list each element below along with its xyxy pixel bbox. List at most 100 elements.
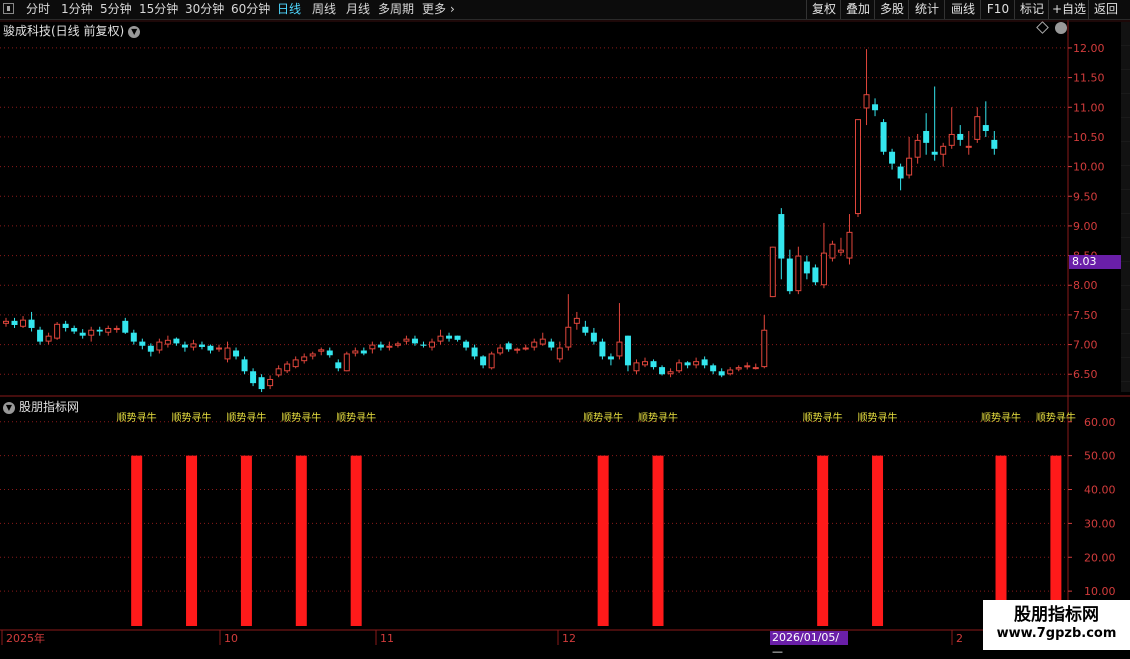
candle [684,361,691,369]
price-axis-label: 7.50 [1073,309,1098,322]
candle-body [216,347,222,350]
signal-label: 顺势寻牛 [172,411,212,424]
side-panel-tab[interactable] [1121,46,1130,70]
candle-body [301,356,308,362]
candle-body [37,329,44,342]
candle-body [190,343,197,348]
candle-body [573,317,580,324]
side-panel-collapsed[interactable] [1121,22,1130,392]
candle-body [590,332,597,342]
candle [130,329,137,345]
date-axis-label: 2 [956,632,963,645]
candle-body [872,104,879,111]
price-axis-label: 8.00 [1073,279,1098,292]
signal-bar [131,455,143,626]
candle-body [207,345,214,351]
candle [650,359,657,370]
candle-body [446,335,453,339]
candle-body [599,341,606,357]
candle [940,142,947,167]
candle-body [79,332,86,336]
candle [446,332,453,342]
candle [122,317,129,334]
side-panel-tab[interactable] [1121,118,1130,142]
candle [991,130,998,155]
side-panel-tab[interactable] [1121,334,1130,358]
candle-body [198,344,205,347]
price-axis-label: 6.50 [1073,368,1098,381]
candle-body [803,261,810,274]
candle-body [531,341,538,348]
candle [181,341,188,352]
watermark-title: 股朋指标网 [1014,605,1099,625]
signal-bar [597,455,609,626]
candle [982,101,989,137]
candle [514,347,521,354]
candle [897,163,904,191]
candle-body [88,329,95,336]
candle [250,368,257,387]
candle [360,347,367,356]
side-panel-tab[interactable] [1121,286,1130,310]
candle-body [778,214,785,259]
side-panel-tab[interactable] [1121,22,1130,46]
side-panel-tab[interactable] [1121,310,1130,334]
candle-body [633,362,640,372]
candle [420,341,427,348]
candle [855,119,861,218]
candle [284,361,291,374]
price-axis-label: 10.50 [1073,131,1105,144]
candle-body [957,133,964,140]
candle [139,338,146,350]
candle-body [386,345,393,348]
candle [3,317,9,327]
candle-body [275,368,282,376]
side-panel-tab[interactable] [1121,238,1130,262]
candle [616,303,623,360]
candle [624,335,631,372]
candle [548,338,555,351]
side-panel-tab[interactable] [1121,166,1130,190]
side-panel-tab[interactable] [1121,94,1130,118]
candle-body [676,362,683,372]
candle-body [752,367,759,370]
candle-body [343,353,350,372]
candle-body [437,335,444,342]
candle [906,136,913,179]
indicator-axis: 60.00 50.00 40.00 30.00 20.00 10.00 [1068,416,1116,598]
side-panel-tab[interactable] [1121,214,1130,238]
candle-body [710,365,717,372]
candle [872,98,879,117]
side-panel-tab[interactable] [1121,382,1130,392]
candles [3,49,998,393]
candle-body [914,139,921,158]
candle-body [539,338,546,345]
signal-label: 顺势寻牛 [226,411,266,424]
candle-body [181,344,188,348]
candle [224,341,231,363]
candle [454,335,461,342]
candle [880,119,887,155]
side-panel-tab[interactable] [1121,190,1130,214]
side-panel-tab[interactable] [1121,70,1130,94]
signal-bar [295,455,307,626]
side-panel-tab[interactable] [1121,142,1130,166]
candle [386,341,393,351]
side-panel-tab[interactable] [1121,358,1130,382]
indicator-axis-label: 10.00 [1084,585,1116,598]
candle-body [335,362,342,369]
candle-body [105,327,112,333]
candle [590,327,597,345]
indicator-bars [131,455,1062,626]
candle [309,351,316,360]
candle [923,113,930,155]
candle [531,338,538,351]
candle [11,317,18,328]
side-panel-tab[interactable] [1121,262,1130,286]
candle [607,353,614,366]
candle [216,344,222,352]
candle-body [744,365,751,368]
candle-body [786,258,793,292]
candle [974,107,981,143]
candle-body [701,359,708,366]
